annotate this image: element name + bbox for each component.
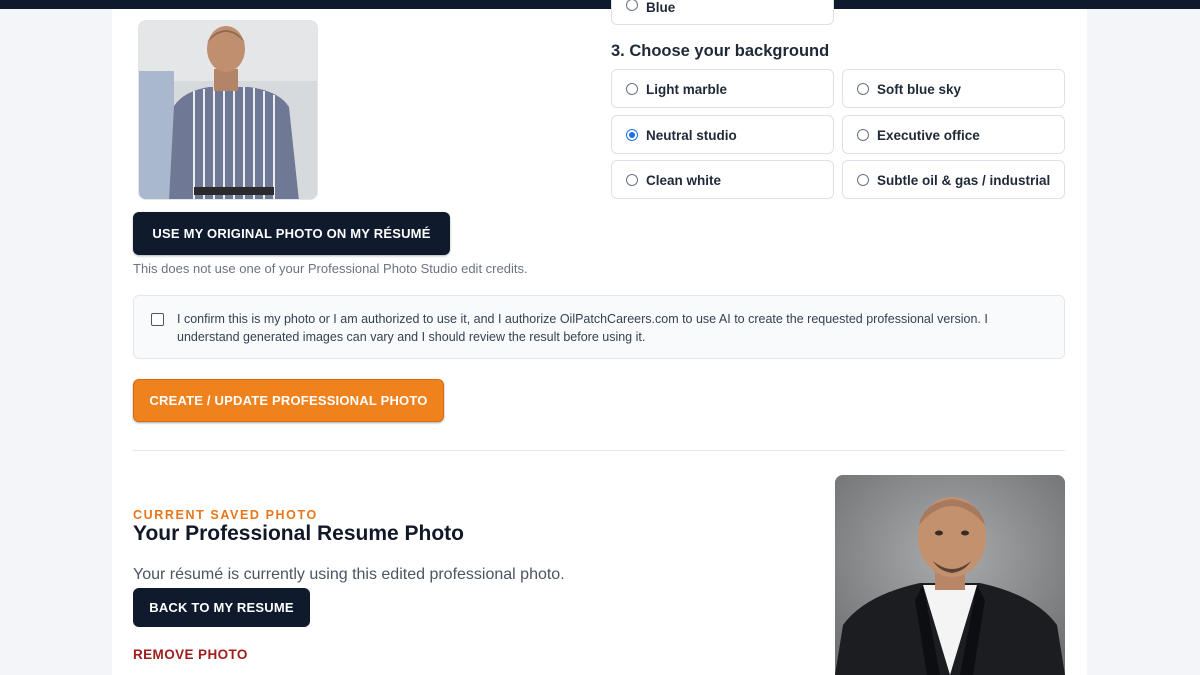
current-photo-eyebrow: CURRENT SAVED PHOTO — [133, 508, 318, 522]
current-photo-title: Your Professional Resume Photo — [133, 522, 465, 545]
background-option-blue[interactable]: Blue — [611, 0, 834, 25]
background-option-clean-white[interactable]: Clean white — [611, 160, 834, 199]
radio-icon[interactable] — [626, 174, 638, 186]
option-label: Soft blue sky — [877, 82, 962, 97]
option-label: Clean white — [646, 173, 722, 188]
consent-checkbox[interactable] — [151, 313, 164, 326]
use-original-photo-button[interactable]: Use my original photo on my résumé — [133, 212, 450, 255]
radio-icon[interactable] — [626, 0, 638, 11]
consent-text: I confirm this is my photo or I am autho… — [177, 312, 988, 344]
credits-hint: This does not use one of your Profession… — [133, 261, 528, 276]
radio-icon[interactable] — [857, 83, 869, 95]
back-to-resume-button[interactable]: Back to my resume — [133, 588, 310, 627]
background-option-oil-gas-industrial[interactable]: Subtle oil & gas / industrial — [842, 160, 1065, 199]
option-label: Subtle oil & gas / industrial — [877, 173, 1051, 188]
background-section-title: 3. Choose your background — [611, 42, 830, 60]
radio-icon[interactable] — [626, 83, 638, 95]
consent-box: I confirm this is my photo or I am autho… — [133, 295, 1065, 359]
background-option-executive-office[interactable]: Executive office — [842, 115, 1065, 154]
create-professional-photo-button[interactable]: Create / Update Professional Photo — [133, 379, 444, 422]
background-option-neutral-studio[interactable]: Neutral studio — [611, 115, 834, 154]
radio-icon[interactable] — [857, 129, 869, 141]
top-bar — [0, 0, 1200, 9]
option-label: Executive office — [877, 128, 980, 143]
background-option-light-marble[interactable]: Light marble — [611, 69, 834, 108]
option-label: Blue — [646, 0, 676, 15]
radio-icon[interactable] — [857, 174, 869, 186]
option-label: Light marble — [646, 82, 728, 97]
remove-photo-link[interactable]: Remove photo — [133, 647, 248, 662]
option-label: Neutral studio — [646, 128, 737, 143]
professional-photo — [835, 475, 1065, 675]
section-divider — [133, 450, 1065, 451]
background-option-soft-blue-sky[interactable]: Soft blue sky — [842, 69, 1065, 108]
original-photo — [138, 20, 318, 200]
radio-selected-icon[interactable] — [626, 129, 638, 141]
current-photo-description: Your résumé is currently using this edit… — [133, 566, 565, 583]
